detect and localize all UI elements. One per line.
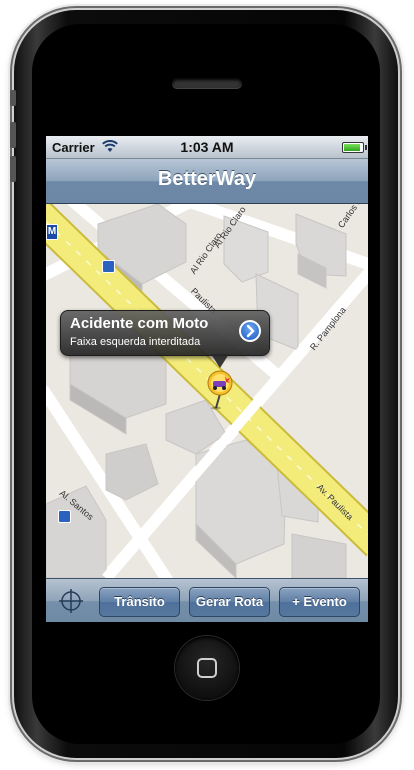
crosshair-icon[interactable] xyxy=(58,588,84,614)
status-time: 1:03 AM xyxy=(180,139,234,155)
mute-switch xyxy=(10,90,16,106)
navigation-bar: BetterWay xyxy=(46,159,368,204)
accident-marker-graphic xyxy=(207,370,233,410)
bus-stop-icon xyxy=(58,510,71,523)
callout-title: Acidente com Moto xyxy=(70,315,209,332)
bottom-toolbar: Trânsito Gerar Rota + Evento xyxy=(46,578,368,622)
generate-route-button[interactable]: Gerar Rota xyxy=(189,587,270,617)
earpiece-speaker xyxy=(172,78,242,88)
metro-badge-label: M xyxy=(47,226,57,237)
bus-stop-icon xyxy=(102,260,115,273)
volume-up-button xyxy=(10,122,16,148)
transit-button[interactable]: Trânsito xyxy=(99,587,180,617)
add-event-button[interactable]: + Evento xyxy=(279,587,360,617)
status-bar: Carrier 1:03 AM xyxy=(46,136,368,159)
accident-pin-icon[interactable] xyxy=(206,370,234,410)
callout-subtitle: Faixa esquerda interditada xyxy=(70,336,201,348)
home-square-icon xyxy=(197,658,217,678)
chevron-right-icon[interactable] xyxy=(239,320,261,342)
map-view[interactable]: Al Rio Claro Al Rio Claro Carlos do R. P… xyxy=(46,204,368,578)
callout-pointer xyxy=(211,354,229,368)
screen: Carrier 1:03 AM BetterWay Al Rio Claro A… xyxy=(46,136,368,622)
battery-icon xyxy=(342,142,367,153)
battery-level xyxy=(344,144,360,151)
event-callout[interactable]: Acidente com Moto Faixa esquerda interdi… xyxy=(60,310,270,356)
home-button[interactable] xyxy=(175,636,239,700)
volume-down-button xyxy=(10,156,16,182)
app-title: BetterWay xyxy=(157,168,257,190)
disclosure-chevron-glyph xyxy=(246,324,255,338)
metro-station-icon: M xyxy=(46,224,58,240)
